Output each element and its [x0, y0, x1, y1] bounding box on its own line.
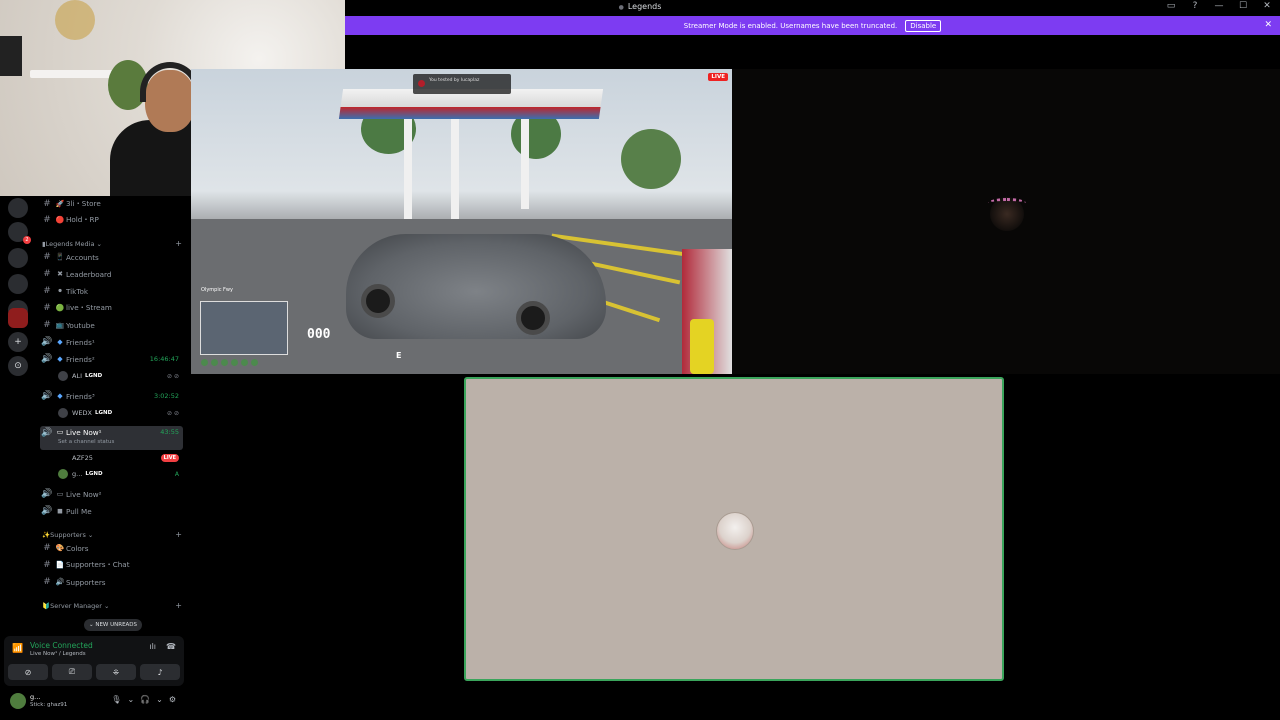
activities-icon: ⁜: [112, 667, 120, 677]
new-unreads-button[interactable]: ⌄ NEW UNREADS: [84, 619, 142, 631]
screen-share-button[interactable]: ⎚: [52, 664, 92, 680]
game-location: Olympic Fwy: [201, 287, 233, 293]
screen-share-icon: ⎚: [68, 667, 76, 676]
speaker-icon: 🔊: [41, 428, 53, 438]
microphone-icon[interactable]: 🎙: [111, 695, 121, 704]
avatar: [58, 469, 68, 479]
speaker-icon: 🔊: [41, 354, 53, 364]
live-badge: LIVE: [708, 73, 728, 81]
text-channel[interactable]: # 🔴 Hold・RP: [40, 212, 183, 228]
voice-user[interactable]: AZF25 LIVE: [58, 451, 183, 465]
sparkle-icon: ✨: [42, 530, 51, 539]
channel-list: # 🚀 3li・Store # 🔴 Hold・RP ▮ Legends Media ⌄ +…: [36, 196, 187, 636]
speaker-icon: 🔊: [41, 489, 53, 499]
avatar-decoration: [988, 198, 1026, 208]
minimize-button[interactable]: —: [1212, 1, 1226, 11]
speaker-icon: 🔊: [41, 391, 53, 401]
voice-channel[interactable]: 🔊 ◆ Friends¹: [40, 334, 183, 350]
channel-status[interactable]: Set a channel status: [58, 439, 114, 445]
text-channel[interactable]: # 📱 Accounts: [40, 249, 183, 265]
close-window-button[interactable]: ✕: [1260, 1, 1274, 11]
maximize-button[interactable]: ☐: [1236, 1, 1250, 11]
text-channel[interactable]: # 🚀 3li・Store: [40, 196, 183, 212]
soundboard-button[interactable]: ♪: [140, 664, 180, 680]
avatar: [58, 408, 68, 418]
category-server-manager[interactable]: 🔰 Server Manager ⌄ +: [42, 601, 182, 610]
server-icon[interactable]: [8, 248, 28, 268]
text-channel[interactable]: # ✖ Leaderboard: [40, 266, 183, 282]
participant-tile[interactable]: [732, 69, 1280, 374]
voice-channel-path[interactable]: Live Now¹ / Legends: [30, 651, 86, 657]
help-icon[interactable]: ?: [1188, 1, 1202, 11]
muted-icon: ⊘ ⊘: [167, 409, 179, 417]
voice-channel-active[interactable]: 🔊 ▭ Live Now¹ 43:55 Set a channel status: [40, 426, 183, 450]
voice-user[interactable]: g... LGND A: [58, 467, 183, 481]
category-supporters[interactable]: ✨ Supporters ⌄ +: [42, 530, 182, 539]
shield-icon: 🔰: [42, 601, 51, 610]
avatar[interactable]: [10, 693, 26, 709]
server-icon[interactable]: 2: [8, 222, 31, 244]
game-notification: You tested by lucaplaz: [413, 74, 511, 94]
gear-icon[interactable]: ⚙: [169, 695, 176, 704]
voice-connected-panel: 📶 Voice Connected Live Now¹ / Legends ıl…: [4, 636, 184, 686]
username[interactable]: g...: [30, 693, 40, 701]
avatar: [716, 512, 754, 550]
game-stream-tile[interactable]: You tested by lucaplaz LIVE Olympic Fwy …: [191, 69, 732, 374]
category-legends-media[interactable]: ▮ Legends Media ⌄ +: [42, 239, 182, 248]
chevron-down-icon[interactable]: ⌄: [127, 695, 134, 704]
avatar: [58, 371, 68, 381]
voice-connected-title[interactable]: Voice Connected: [30, 641, 93, 650]
server-icon[interactable]: [8, 274, 28, 294]
user-status: Stick: ghaz91: [30, 702, 68, 708]
voice-channel[interactable]: 🔊 ◆ Friends³ 3:02:52: [40, 388, 183, 404]
speaking-participant-tile[interactable]: [464, 377, 1004, 681]
soundboard-icon: ♪: [157, 667, 163, 677]
speaker-icon: 🔊: [41, 337, 53, 347]
server-icon[interactable]: [8, 308, 28, 328]
text-channel[interactable]: # 🎨 Colors: [40, 540, 183, 556]
muted-icon: ⊘ ⊘: [167, 372, 179, 380]
activities-button[interactable]: ⁜: [96, 664, 136, 680]
game-hud-icons: [201, 359, 258, 366]
banner-message: Streamer Mode is enabled. Usernames have…: [683, 21, 898, 30]
camera-off-button[interactable]: ⊘: [8, 664, 48, 680]
live-badge: LIVE: [160, 454, 179, 462]
disconnect-icon[interactable]: ☎: [166, 642, 176, 651]
discover-icon[interactable]: ⊙: [8, 356, 28, 376]
add-server-icon[interactable]: +: [8, 332, 28, 352]
close-banner-icon[interactable]: ✕: [1264, 20, 1272, 30]
user-panel: g... Stick: ghaz91 🎙 ⌄ 🎧 ⌄ ⚙: [4, 690, 184, 714]
text-channel[interactable]: # 📄 Supporters・Chat: [40, 557, 183, 573]
voice-channel[interactable]: 🔊 ▭ Live Now²: [40, 486, 183, 502]
inbox-icon[interactable]: ▭: [1164, 1, 1178, 11]
server-icon[interactable]: [8, 198, 28, 218]
noise-suppression-icon[interactable]: ılı: [149, 642, 156, 651]
add-channel-icon[interactable]: +: [175, 239, 182, 248]
voice-channel[interactable]: 🔊 ◆ Friends² 16:46:47: [40, 351, 183, 367]
speaker-icon: 🔊: [41, 506, 53, 516]
text-channel[interactable]: # 🟢 live・Stream: [40, 300, 183, 316]
avatar: [58, 453, 68, 463]
chevron-down-icon[interactable]: ⌄: [156, 695, 163, 704]
text-channel[interactable]: # 📺 Youtube: [40, 317, 183, 333]
add-channel-icon[interactable]: +: [175, 530, 182, 539]
add-channel-icon[interactable]: +: [175, 601, 182, 610]
voice-channel[interactable]: 🔊 ◼ Pull Me: [40, 503, 183, 519]
game-minimap: [200, 301, 288, 355]
voice-user[interactable]: ALI LGND ⊘ ⊘: [58, 369, 183, 383]
disable-streamer-mode-button[interactable]: Disable: [905, 19, 942, 32]
headphones-icon[interactable]: 🎧: [140, 695, 150, 704]
game-gear: E: [396, 351, 402, 360]
camera-off-icon: ⊘: [24, 667, 32, 677]
text-channel[interactable]: # 🔊 Supporters: [40, 574, 183, 590]
streamer-mode-banner: Streamer Mode is enabled. Usernames have…: [345, 16, 1280, 35]
voice-user[interactable]: WEDX LGND ⊘ ⊘: [58, 406, 183, 420]
game-speedometer: 000: [307, 327, 331, 342]
text-channel[interactable]: # ⚫ TikTok: [40, 283, 183, 299]
signal-icon[interactable]: 📶: [12, 644, 23, 654]
